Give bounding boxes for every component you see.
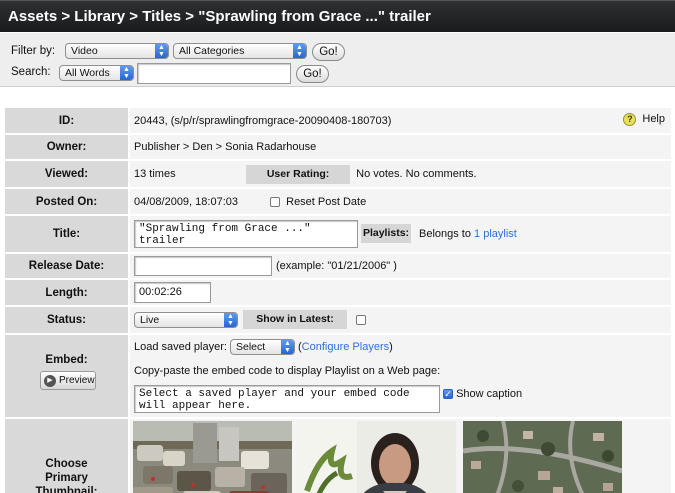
playlist-link[interactable]: 1 playlist (474, 228, 517, 240)
aerial-image (463, 421, 622, 493)
configure-close-paren: ) (389, 341, 393, 353)
length-input[interactable]: 00:02:26 (134, 282, 211, 303)
id-row: ID: 20443, (s/p/r/sprawlingfromgrace-200… (5, 108, 671, 133)
filter-label: Filter by: (11, 45, 56, 57)
owner-row: Owner: Publisher > Den > Sonia Radarhous… (5, 135, 671, 159)
id-label: ID: (5, 108, 130, 133)
embed-instructions: Copy-paste the embed code to display Pla… (134, 365, 441, 377)
updown-arrow-icon: ▲ ▼ (155, 44, 168, 58)
traffic-image (133, 421, 292, 493)
page-title: Assets > Library > Titles > "Sprawling f… (0, 0, 675, 32)
reset-post-date-label: Reset Post Date (286, 195, 367, 208)
embed-code-textarea[interactable]: Select a saved player and your embed cod… (134, 385, 440, 413)
title-row: Title: "Sprawling from Grace ..." traile… (5, 216, 671, 252)
show-caption-checkbox[interactable]: ✓ (443, 389, 453, 400)
type-filter-value: Video (71, 45, 98, 57)
status-row: Status: Live ▲ ▼ Show in Latest: (5, 307, 671, 333)
type-filter-select[interactable]: Video ▲ ▼ (65, 43, 169, 59)
posted-row: Posted On: 04/08/2009, 18:07:03 Reset Po… (5, 189, 671, 214)
status-label: Status: (5, 307, 130, 333)
help-link[interactable]: ? Help (623, 113, 665, 126)
preview-button[interactable]: ▶ Preview (40, 371, 96, 390)
status-select[interactable]: Live ▲ ▼ (134, 312, 238, 328)
category-filter-select[interactable]: All Categories ▲ ▼ (173, 43, 307, 59)
reset-post-date-checkbox[interactable] (270, 196, 281, 207)
viewed-row: Viewed: 13 times User Rating: No votes. … (5, 161, 671, 187)
player-select[interactable]: Select ▲ ▼ (230, 339, 295, 355)
viewed-label: Viewed: (5, 161, 130, 187)
player-select-value: Select (236, 341, 266, 353)
updown-arrow-icon: ▲ ▼ (281, 340, 294, 354)
viewed-value: 13 times (134, 167, 176, 180)
belongs-text: Belongs to (419, 228, 471, 240)
length-row: Length: 00:02:26 (5, 280, 671, 305)
filter-bar: Filter by: Video ▲ ▼ All Categories ▲ ▼ Go… (0, 33, 675, 87)
release-date-row: Release Date: (example: "01/21/2006" ) (5, 254, 671, 278)
show-in-latest-checkbox[interactable] (356, 315, 366, 325)
thumbnail-row: Choose Primary Thumbnail: (5, 419, 671, 493)
updown-arrow-icon: ▲ ▼ (293, 44, 306, 58)
thumbnail-label: Choose Primary Thumbnail: (35, 458, 98, 493)
load-player-label: Load saved player: (134, 341, 227, 353)
release-date-label: Release Date: (5, 254, 130, 278)
posted-label: Posted On: (5, 189, 130, 214)
search-mode-value: All Words (65, 67, 110, 79)
updown-arrow-icon: ▲ ▼ (224, 313, 237, 327)
interview-image (297, 421, 456, 493)
search-go-button[interactable]: Go! (296, 65, 329, 83)
thumbnail-option-aerial[interactable] (463, 421, 622, 493)
search-input[interactable] (137, 63, 291, 84)
release-date-example: (example: "01/21/2006" ) (276, 260, 397, 272)
playlist-membership: Belongs to 1 playlist (419, 228, 517, 240)
embed-row: Embed: ▶ Preview Load saved player: Sele… (5, 335, 671, 417)
release-date-input[interactable] (134, 256, 272, 276)
preview-label: Preview (59, 375, 95, 386)
help-label: Help (642, 113, 665, 126)
owner-value: Publisher > Den > Sonia Radarhouse (134, 141, 317, 153)
configure-players: (Configure Players) (298, 341, 393, 353)
thumbnail-option-interview[interactable] (297, 421, 456, 493)
status-value: Live (140, 314, 160, 326)
play-icon: ▶ (44, 375, 56, 387)
user-rating-label: User Rating: (246, 164, 351, 184)
id-value: 20443, (s/p/r/sprawlingfromgrace-2009040… (134, 114, 392, 127)
show-caption-control[interactable]: ✓ Show caption (443, 388, 522, 400)
title-input[interactable]: "Sprawling from Grace ..." trailer (134, 220, 358, 248)
configure-players-link[interactable]: Configure Players (302, 341, 389, 353)
updown-arrow-icon: ▲ ▼ (120, 66, 133, 80)
category-filter-value: All Categories (179, 45, 245, 57)
show-caption-label: Show caption (456, 388, 523, 400)
question-mark-icon: ? (623, 113, 637, 126)
id-cell: 20443, (s/p/r/sprawlingfromgrace-2009040… (130, 108, 671, 133)
filter-go-button[interactable]: Go! (312, 43, 345, 61)
show-in-latest-label: Show in Latest: (243, 310, 347, 329)
user-rating-value: No votes. No comments. (356, 167, 477, 180)
asset-details-table: ID: 20443, (s/p/r/sprawlingfromgrace-200… (5, 106, 671, 493)
posted-value: 04/08/2009, 18:07:03 (134, 195, 238, 208)
embed-label: Embed: (45, 354, 88, 366)
thumbnail-option-traffic[interactable] (133, 421, 292, 493)
length-label: Length: (5, 280, 130, 305)
embed-label-cell: Embed: ▶ Preview (5, 335, 130, 417)
playlists-label: Playlists: (361, 224, 411, 243)
title-label: Title: (5, 216, 130, 252)
search-label: Search: (11, 66, 51, 78)
owner-label: Owner: (5, 135, 130, 159)
search-mode-select[interactable]: All Words ▲ ▼ (59, 65, 134, 81)
thumbnail-label-cell: Choose Primary Thumbnail: (5, 419, 130, 493)
